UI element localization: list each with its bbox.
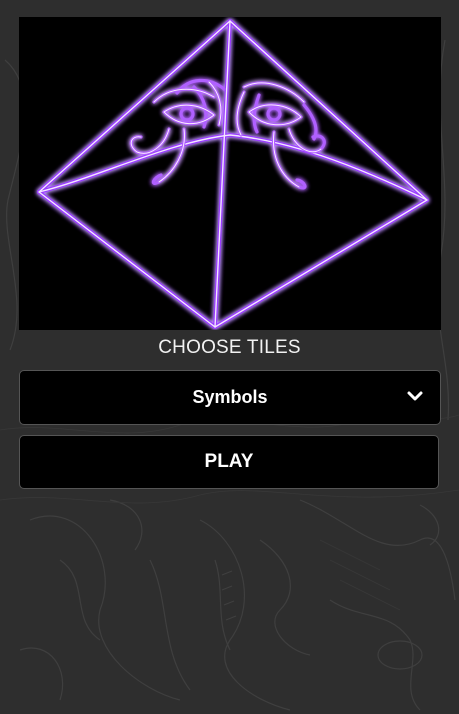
choose-tiles-label: CHOOSE TILES bbox=[158, 337, 301, 358]
neon-pyramid-icon bbox=[37, 19, 429, 329]
hero-artwork bbox=[19, 17, 441, 330]
chevron-down-icon bbox=[407, 391, 423, 401]
tile-set-select[interactable]: Symbols bbox=[19, 370, 441, 425]
game-menu-screen: CHOOSE TILES Symbols PLAY bbox=[0, 0, 459, 714]
play-button[interactable]: PLAY bbox=[19, 435, 439, 489]
tile-set-selected-value: Symbols bbox=[192, 387, 268, 407]
right-eye-of-horus-icon bbox=[235, 81, 326, 190]
